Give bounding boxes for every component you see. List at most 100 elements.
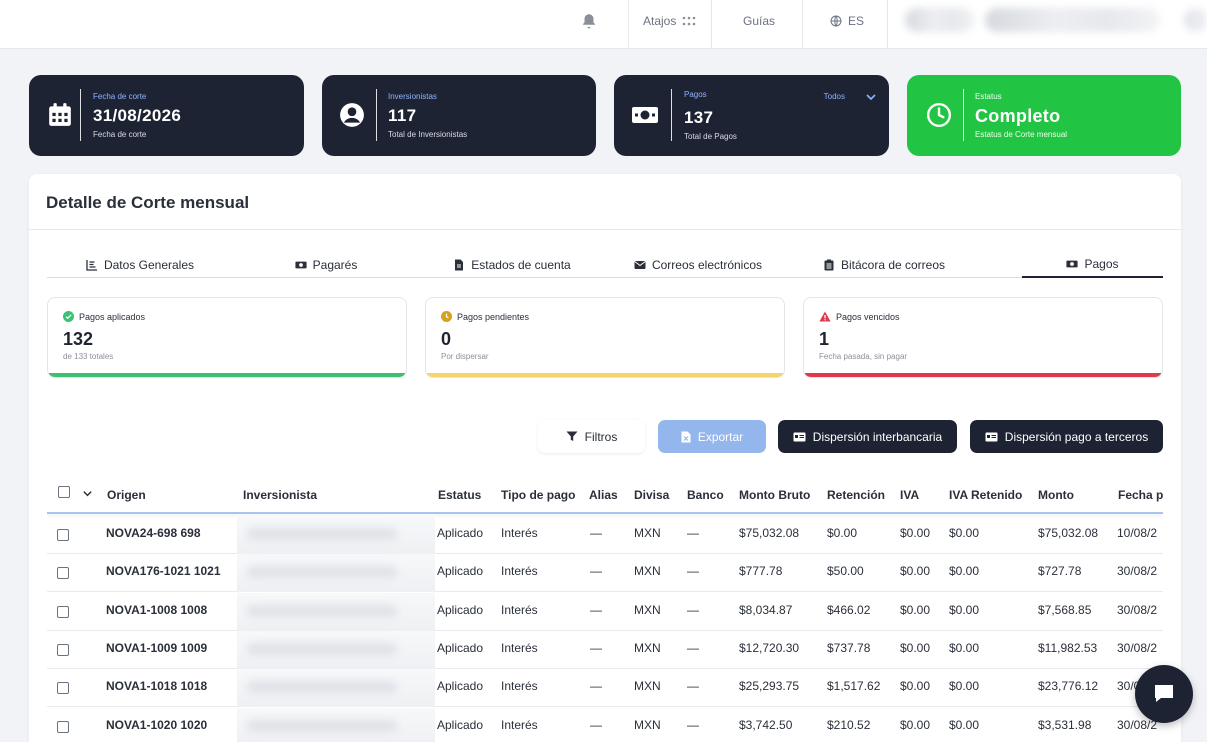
column-header[interactable]: Estatus xyxy=(438,488,481,502)
row-checkbox[interactable] xyxy=(57,682,69,695)
tab-payments[interactable]: Pagos xyxy=(1022,251,1163,278)
cell-iva_ret: $0.00 xyxy=(949,526,980,540)
tab-email-log[interactable]: Bitácora de correos xyxy=(791,251,977,278)
id-card-icon xyxy=(985,432,998,441)
stat-accent-bar xyxy=(804,373,1162,377)
cell-origen: NOVA176-1021 1021 xyxy=(106,564,221,579)
language-selector[interactable]: ES xyxy=(830,14,864,28)
column-header[interactable]: Divisa xyxy=(634,488,669,502)
table-row[interactable]: NOVA1-1009 1009 Aplicado Interés — MXN — $12,7… xyxy=(47,630,1163,669)
stat-value: 1 xyxy=(819,329,830,349)
table-row[interactable]: NOVA1-1008 1008 Aplicado Interés — MXN — $8,03… xyxy=(47,592,1163,631)
column-header[interactable]: IVA xyxy=(900,488,919,502)
interbank-dispersion-button[interactable]: Dispersión interbancaria xyxy=(778,420,957,453)
tab-promissory-notes[interactable]: Pagarés xyxy=(233,251,419,278)
stat-caption: Por dispersar xyxy=(441,352,489,361)
guides-link[interactable]: Guías xyxy=(743,14,775,28)
cell-retencion: $210.52 xyxy=(827,717,871,732)
cell-iva_ret: $0.00 xyxy=(949,602,980,617)
cell-alias: — xyxy=(590,526,602,540)
chat-icon xyxy=(1155,685,1173,702)
divider xyxy=(963,89,964,141)
cell-origen: NOVA1-1008 1008 xyxy=(106,602,208,617)
cell-alias: — xyxy=(590,640,602,655)
table-row[interactable]: NOVA24-698 698 Aplicado Interés — MXN — $75,03… xyxy=(47,516,1163,554)
third-party-dispersion-button[interactable]: Dispersión pago a terceros xyxy=(970,420,1163,453)
investor-name-blurred xyxy=(237,516,435,554)
column-header[interactable]: Retención xyxy=(827,488,885,502)
stat-caption: de 133 totales xyxy=(63,352,114,361)
user-name-blurred[interactable] xyxy=(985,8,1160,32)
export-button[interactable]: Exportar xyxy=(658,420,766,453)
top-bar: Atajos Guías ES xyxy=(0,0,1207,49)
shortcuts-label: Atajos xyxy=(643,14,677,28)
warning-icon xyxy=(819,311,831,322)
cell-tipo: Interés xyxy=(501,640,538,655)
chat-button[interactable] xyxy=(1135,665,1193,723)
bell-icon[interactable] xyxy=(580,12,598,30)
chevron-down-icon[interactable] xyxy=(865,91,877,103)
stat-pending-payments: Pagos pendientes 0 Por dispersar xyxy=(425,297,785,378)
filter-icon xyxy=(566,431,578,441)
filters-button[interactable]: Filtros xyxy=(538,420,645,453)
payments-filter-value[interactable]: Todos xyxy=(824,92,845,101)
tab-general-data[interactable]: Datos Generales xyxy=(47,251,233,278)
column-header[interactable]: Fecha pr xyxy=(1118,488,1163,502)
row-checkbox[interactable] xyxy=(57,720,69,733)
table-row[interactable]: NOVA1-1018 1018 Aplicado Interés — MXN — $25,2… xyxy=(47,669,1163,708)
table-row[interactable]: NOVA1-1020 1020 Aplicado Interés — MXN — $3,74… xyxy=(47,707,1163,742)
cell-iva: $0.00 xyxy=(900,640,931,655)
row-checkbox[interactable] xyxy=(57,567,69,580)
column-header[interactable]: Banco xyxy=(687,488,724,502)
cell-iva_ret: $0.00 xyxy=(949,679,980,694)
chevron-down-icon[interactable] xyxy=(82,488,93,499)
divider xyxy=(376,89,377,141)
card-label: Estatus xyxy=(975,92,1002,101)
card-value: 117 xyxy=(388,106,417,125)
cell-monto: $75,032.08 xyxy=(1038,526,1099,540)
column-header[interactable]: Origen xyxy=(107,488,146,502)
cell-alias: — xyxy=(590,564,602,579)
cell-banco: — xyxy=(687,526,699,540)
column-header[interactable]: IVA Retenido xyxy=(949,488,1022,502)
tab-emails[interactable]: Correos electrónicos xyxy=(605,251,791,278)
card-caption: Total de Pagos xyxy=(684,132,737,141)
cell-banco: — xyxy=(687,602,699,617)
column-header[interactable]: Inversionista xyxy=(243,488,317,502)
export-label: Exportar xyxy=(697,429,744,444)
row-checkbox[interactable] xyxy=(57,643,69,656)
column-header[interactable]: Monto xyxy=(1038,488,1074,502)
cell-bruto: $12,720.30 xyxy=(739,640,800,655)
select-all-checkbox[interactable] xyxy=(58,486,70,498)
chart-icon xyxy=(86,259,97,271)
column-header[interactable]: Alias xyxy=(589,488,618,502)
cell-estatus: Aplicado xyxy=(437,602,484,617)
user-avatar-blurred[interactable] xyxy=(905,8,975,32)
shortcuts-menu[interactable]: Atajos xyxy=(643,14,696,28)
calendar-icon xyxy=(49,103,71,126)
cell-monto: $727.78 xyxy=(1038,564,1082,579)
tab-label: Correos electrónicos xyxy=(651,257,763,272)
cell-iva: $0.00 xyxy=(900,526,931,540)
cell-banco: — xyxy=(687,564,699,579)
user-menu-blurred[interactable] xyxy=(1185,8,1207,32)
investor-name-blurred xyxy=(237,630,435,669)
tab-account-statements[interactable]: Estados de cuenta xyxy=(419,251,605,278)
envelope-icon xyxy=(634,260,646,269)
row-checkbox[interactable] xyxy=(57,529,69,541)
card-status: Estatus Completo Estatus de Corte mensua… xyxy=(907,75,1181,156)
cell-tipo: Interés xyxy=(501,564,538,579)
tab-bar: Datos Generales Pagarés Estados de cuent… xyxy=(47,251,1163,278)
stat-value: 132 xyxy=(63,329,94,349)
table-row[interactable]: NOVA176-1021 1021 Aplicado Interés — MXN — $77… xyxy=(47,554,1163,593)
cell-fecha: 30/08/2 xyxy=(1117,640,1158,655)
cell-origen: NOVA1-1018 1018 xyxy=(106,679,208,694)
card-caption: Total de Inversionistas xyxy=(388,130,468,139)
money-icon xyxy=(1066,260,1079,267)
column-header[interactable]: Monto Bruto xyxy=(739,488,810,502)
cell-iva: $0.00 xyxy=(900,717,931,732)
row-checkbox[interactable] xyxy=(57,605,69,618)
column-header[interactable]: Tipo de pago xyxy=(501,488,575,502)
filters-label: Filtros xyxy=(584,429,618,444)
third-party-label: Dispersión pago a terceros xyxy=(1004,429,1149,444)
